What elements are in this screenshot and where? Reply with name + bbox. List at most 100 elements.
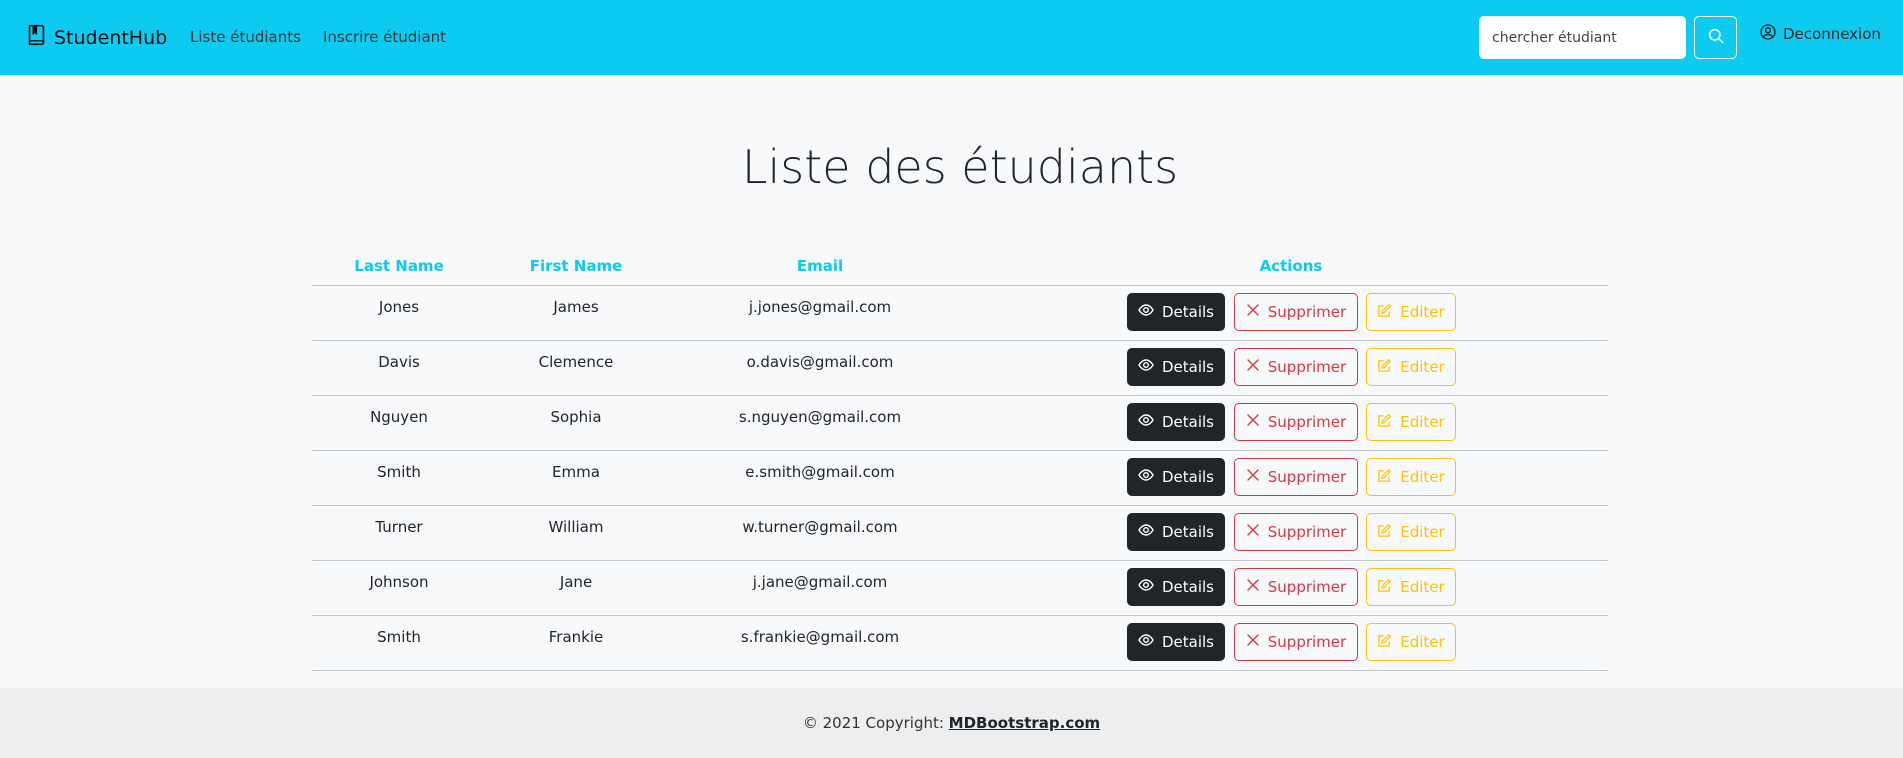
x-icon (1246, 523, 1260, 541)
students-table: Last Name First Name Email Actions Jones… (312, 248, 1608, 671)
cell-last-name: Turner (375, 518, 423, 536)
footer-link[interactable]: MDBootstrap.com (949, 714, 1100, 732)
edit-label: Editer (1400, 413, 1445, 431)
search-icon (1708, 28, 1724, 47)
edit-button[interactable]: Editer (1366, 403, 1456, 441)
cell-email: j.jones@gmail.com (748, 298, 892, 316)
page-title: Liste des étudiants (741, 140, 1179, 194)
delete-button[interactable]: Supprimer (1234, 568, 1358, 606)
details-label: Details (1161, 578, 1214, 596)
column-header-email: Email (796, 257, 844, 275)
nav-link-inscrire-etudiant[interactable]: Inscrire étudiant (323, 28, 446, 46)
delete-label: Supprimer (1267, 523, 1347, 541)
edit-icon (1377, 303, 1392, 322)
cell-email: w.turner@gmail.com (742, 518, 898, 536)
cell-email: s.frankie@gmail.com (740, 628, 900, 646)
delete-label: Supprimer (1267, 303, 1347, 321)
cell-last-name: Jones (378, 298, 420, 316)
brand-name: StudentHub (54, 26, 168, 49)
cell-last-name: Smith (377, 463, 421, 481)
brand-link[interactable]: StudentHub (27, 24, 167, 51)
details-button[interactable]: Details (1127, 348, 1225, 386)
delete-label: Supprimer (1267, 413, 1347, 431)
edit-icon (1377, 468, 1392, 487)
details-label: Details (1161, 358, 1214, 376)
cell-first-name: Frankie (548, 628, 604, 646)
eye-icon (1138, 632, 1154, 652)
search-input[interactable] (1479, 16, 1686, 59)
delete-label: Supprimer (1267, 468, 1347, 486)
cell-first-name: James (553, 298, 599, 316)
details-label: Details (1161, 413, 1214, 431)
delete-button[interactable]: Supprimer (1234, 403, 1358, 441)
column-header-first-name: First Name (529, 257, 623, 275)
details-label: Details (1161, 523, 1214, 541)
edit-button[interactable]: Editer (1366, 348, 1456, 386)
table-row: Turner William w.turner@gmail.com Details Su… (312, 506, 1608, 561)
table-row: Johnson Jane j.jane@gmail.com Details Suppri… (312, 561, 1608, 616)
delete-button[interactable]: Supprimer (1234, 623, 1358, 661)
eye-icon (1138, 467, 1154, 487)
cell-last-name: Smith (377, 628, 421, 646)
details-button[interactable]: Details (1127, 513, 1225, 551)
delete-button[interactable]: Supprimer (1234, 293, 1358, 331)
details-button[interactable]: Details (1127, 568, 1225, 606)
edit-button[interactable]: Editer (1366, 623, 1456, 661)
cell-last-name: Nguyen (370, 408, 428, 426)
cell-last-name: Johnson (369, 573, 429, 591)
details-button[interactable]: Details (1127, 293, 1225, 331)
details-button[interactable]: Details (1127, 403, 1225, 441)
details-label: Details (1161, 633, 1214, 651)
cell-first-name: Sophia (550, 408, 602, 426)
logout-label: Deconnexion (1783, 25, 1881, 43)
column-header-actions: Actions (1259, 257, 1323, 275)
details-label: Details (1161, 468, 1214, 486)
x-icon (1246, 413, 1260, 431)
column-header-last-name: Last Name (354, 257, 444, 275)
eye-icon (1138, 302, 1154, 322)
edit-icon (1377, 523, 1392, 542)
top-navbar: StudentHub Liste étudiants Inscrire étud… (0, 0, 1903, 75)
details-label: Details (1161, 303, 1214, 321)
cell-email: j.jane@gmail.com (752, 573, 888, 591)
table-row: Nguyen Sophia s.nguyen@gmail.com Details Sup… (312, 396, 1608, 451)
delete-button[interactable]: Supprimer (1234, 458, 1358, 496)
delete-label: Supprimer (1267, 578, 1347, 596)
edit-button[interactable]: Editer (1366, 513, 1456, 551)
edit-label: Editer (1400, 633, 1445, 651)
edit-button[interactable]: Editer (1366, 458, 1456, 496)
delete-button[interactable]: Supprimer (1234, 513, 1358, 551)
delete-button[interactable]: Supprimer (1234, 348, 1358, 386)
table-row: Smith Emma e.smith@gmail.com Details Supprim… (312, 451, 1608, 506)
table-row: Jones James j.jones@gmail.com Details Suppri… (312, 286, 1608, 341)
edit-label: Editer (1400, 303, 1445, 321)
cell-email: o.davis@gmail.com (746, 353, 894, 371)
cell-email: s.nguyen@gmail.com (738, 408, 902, 426)
x-icon (1246, 468, 1260, 486)
book-icon (27, 24, 46, 51)
cell-first-name: William (548, 518, 604, 536)
x-icon (1246, 633, 1260, 651)
table-row: Smith Frankie s.frankie@gmail.com Details Su… (312, 616, 1608, 671)
cell-first-name: Jane (559, 573, 593, 591)
cell-first-name: Emma (552, 463, 600, 481)
table-body: Jones James j.jones@gmail.com Details Suppri… (312, 286, 1608, 671)
delete-label: Supprimer (1267, 358, 1347, 376)
edit-icon (1377, 633, 1392, 652)
details-button[interactable]: Details (1127, 623, 1225, 661)
nav-link-liste-etudiants[interactable]: Liste étudiants (190, 28, 301, 46)
edit-button[interactable]: Editer (1366, 293, 1456, 331)
table-header: Last Name First Name Email Actions (312, 248, 1608, 286)
x-icon (1246, 358, 1260, 376)
edit-label: Editer (1400, 468, 1445, 486)
x-icon (1246, 578, 1260, 596)
eye-icon (1138, 577, 1154, 597)
search-button[interactable] (1694, 16, 1737, 59)
cell-first-name: Clemence (538, 353, 614, 371)
table-row: Davis Clemence o.davis@gmail.com Details Sup… (312, 341, 1608, 396)
cell-last-name: Davis (378, 353, 420, 371)
edit-button[interactable]: Editer (1366, 568, 1456, 606)
logout-link[interactable]: Deconnexion (1760, 24, 1881, 44)
eye-icon (1138, 412, 1154, 432)
details-button[interactable]: Details (1127, 458, 1225, 496)
